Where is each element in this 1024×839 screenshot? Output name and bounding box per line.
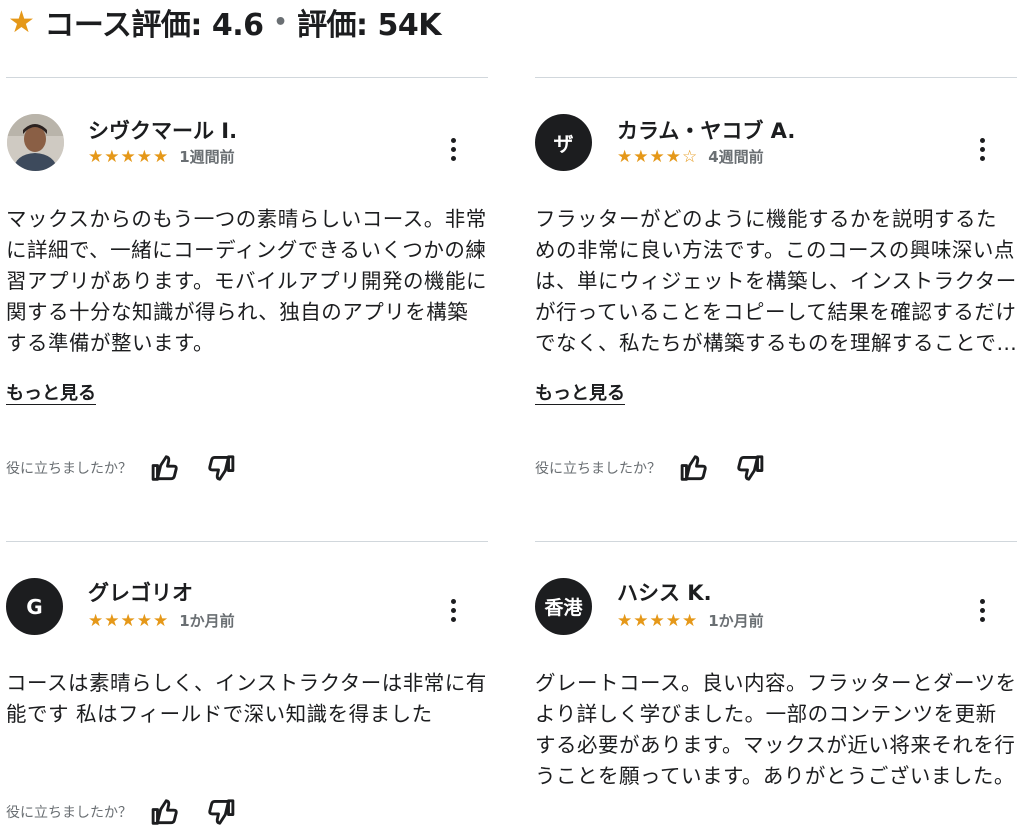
thumbs-down-icon[interactable] <box>206 453 236 483</box>
more-options-icon[interactable] <box>443 134 463 164</box>
divider <box>535 541 1017 542</box>
user-photo-icon <box>7 114 64 171</box>
helpful-label: 役に立ちましたか？ <box>6 805 132 821</box>
review-date: 1か月前 <box>179 612 235 630</box>
helpful-label: 役に立ちましたか？ <box>535 461 661 477</box>
separator-dot: • <box>273 9 288 35</box>
more-options-icon[interactable] <box>972 595 992 625</box>
rating-line: ★★★★★ 1か月前 <box>88 610 235 631</box>
review-date: 4週間前 <box>708 148 764 166</box>
reviewer-name: カラム・ヤコブ A. <box>617 119 796 143</box>
show-more-link[interactable]: もっと見る <box>6 379 96 405</box>
ratings-count-label: 評価: 54K <box>297 8 441 43</box>
more-options-icon[interactable] <box>972 134 992 164</box>
helpful-row: 役に立ちましたか？ <box>6 453 262 483</box>
rating-line: ★★★★★ 1か月前 <box>617 610 764 631</box>
review-card: G グレゴリオ ★★★★★ 1か月前 コースは素晴らしく、インストラクターは非常… <box>6 541 488 839</box>
star-rating: ★★★★★ <box>88 610 170 631</box>
star-icon: ★ <box>8 4 35 40</box>
review-date: 1週間前 <box>179 148 235 166</box>
thumbs-down-icon[interactable] <box>206 797 236 827</box>
review-text: コースは素晴らしく、インストラクターは非常に有能です 私はフィールドで深い知識を… <box>6 671 487 726</box>
thumbs-up-icon[interactable] <box>150 797 180 827</box>
review-text: マックスからのもう一つの素晴らしいコース。非常に詳細で、一緒にコーディングできる… <box>6 207 487 355</box>
course-rating-label: コース評価: 4.6 <box>44 8 264 43</box>
avatar: G <box>6 578 63 635</box>
review-card: 香港 ハシス K. ★★★★★ 1か月前 グレートコース。良い内容。フラッターと… <box>535 541 1017 839</box>
star-rating: ★★★★☆ <box>617 146 699 167</box>
divider <box>535 77 1017 78</box>
avatar: ザ <box>535 114 592 171</box>
star-rating: ★★★★★ <box>617 610 699 631</box>
review-date: 1か月前 <box>708 612 764 630</box>
review-card: ザ カラム・ヤコブ A. ★★★★☆ 4週間前 フラッターがどのように機能するか… <box>535 77 1017 497</box>
avatar: 香港 <box>535 578 592 635</box>
divider <box>6 541 488 542</box>
review-text: フラッターがどのように機能するかを説明するための非常に良い方法です。このコースの… <box>535 207 1017 355</box>
review-text: グレートコース。良い内容。フラッターとダーツをより詳しく学びました。一部のコンテ… <box>535 671 1017 788</box>
more-options-icon[interactable] <box>443 595 463 625</box>
avatar <box>7 114 64 171</box>
divider <box>6 77 488 78</box>
rating-line: ★★★★☆ 4週間前 <box>617 146 764 167</box>
reviewer-name: グレゴリオ <box>88 581 193 605</box>
thumbs-up-icon[interactable] <box>150 453 180 483</box>
reviewer-name: ハシス K. <box>617 581 712 605</box>
helpful-row: 役に立ちましたか？ <box>6 797 262 827</box>
course-rating-header: ★ コース評価: 4.6 • 評価: 54K <box>8 0 441 44</box>
reviewer-name: シヴクマール I. <box>88 119 238 143</box>
helpful-label: 役に立ちましたか？ <box>6 461 132 477</box>
star-rating: ★★★★★ <box>88 146 170 167</box>
thumbs-down-icon[interactable] <box>735 453 765 483</box>
show-more-link[interactable]: もっと見る <box>535 379 625 405</box>
thumbs-up-icon[interactable] <box>679 453 709 483</box>
review-card: シヴクマール I. ★★★★★ 1週間前 マックスからのもう一つの素晴らしいコー… <box>6 77 488 497</box>
rating-line: ★★★★★ 1週間前 <box>88 146 235 167</box>
helpful-row: 役に立ちましたか？ <box>535 453 791 483</box>
